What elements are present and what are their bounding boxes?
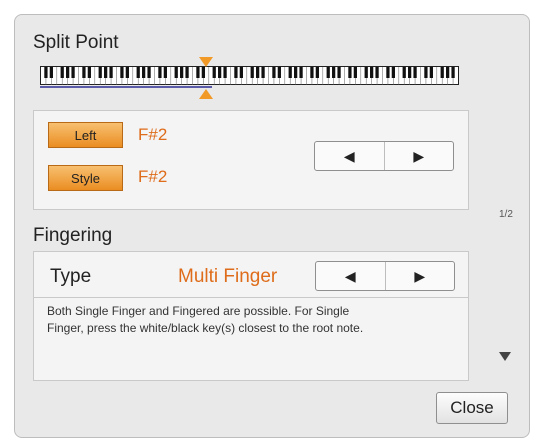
black-key [125,67,129,78]
fingering-panel: Type Multi Finger ◀ ▶ Both Single Finger… [33,251,469,381]
black-key [288,67,292,78]
black-key [315,67,319,78]
black-key [104,67,108,78]
split-point-title: Split Point [33,32,119,53]
split-point-keyboard[interactable] [40,66,459,88]
black-key [364,67,368,78]
left-part-value: F#2 [138,125,168,144]
fingering-type-prev-button[interactable]: ◀ [316,262,385,290]
black-key [446,67,450,78]
fingering-description-line1: Both Single Finger and Fingered are poss… [47,304,350,318]
black-key [413,67,417,78]
black-key [223,67,227,78]
black-key [348,67,352,78]
black-key [185,67,189,78]
black-key [136,67,140,78]
black-key [375,67,379,78]
split-parts-panel: Left F#2 Style F#2 ◀ ▶ [33,110,469,210]
black-key [299,67,303,78]
left-part-button[interactable]: Left [48,122,123,148]
split-point-decrease-button[interactable]: ◀ [315,142,384,170]
black-key [332,67,336,78]
black-key [370,67,374,78]
black-key [218,67,222,78]
black-key [261,67,265,78]
black-key [174,67,178,78]
black-key [272,67,276,78]
split-marker-top-icon [199,57,213,67]
fingering-description-line2: Finger, press the white/black key(s) clo… [47,321,364,335]
black-key [163,67,167,78]
black-key [201,67,205,78]
fingering-divider [34,297,468,298]
split-marker-bottom-icon [199,89,213,99]
fingering-description: Both Single Finger and Fingered are poss… [47,303,363,337]
black-key [71,67,75,78]
style-part-value: F#2 [138,167,168,186]
style-part-button[interactable]: Style [48,165,123,191]
black-key [353,67,357,78]
black-key [87,67,91,78]
black-key [239,67,243,78]
black-key [250,67,254,78]
black-key [429,67,433,78]
fingering-type-arrows: ◀ ▶ [315,261,455,291]
fingering-type-value: Multi Finger [178,266,278,287]
scroll-down-icon[interactable] [499,352,511,361]
black-key [408,67,412,78]
page-indicator: 1/2 [499,209,513,220]
black-key [180,67,184,78]
split-point-dialog: Split Point Left F#2 Style F#2 ◀ ▶ 1/2 F… [14,14,530,438]
black-key [49,67,53,78]
black-key [234,67,238,78]
fingering-type-label: Type [50,266,92,287]
split-point-arrows: ◀ ▶ [314,141,454,171]
black-key [402,67,406,78]
black-key [451,67,455,78]
black-key [294,67,298,78]
fingering-title: Fingering [33,225,113,246]
black-key [337,67,341,78]
black-key [326,67,330,78]
fingering-type-next-button[interactable]: ▶ [384,262,455,290]
split-point-increase-button[interactable]: ▶ [383,142,454,170]
black-key [66,67,70,78]
black-key [424,67,428,78]
black-key [158,67,162,78]
black-key [277,67,281,78]
black-key [196,67,200,78]
black-key [391,67,395,78]
black-key [386,67,390,78]
black-key [60,67,64,78]
black-key [44,67,48,78]
black-key [212,67,216,78]
black-key [256,67,260,78]
black-key [120,67,124,78]
black-key [310,67,314,78]
black-key [82,67,86,78]
black-key [147,67,151,78]
black-key [98,67,102,78]
close-button[interactable]: Close [436,392,508,424]
black-key [440,67,444,78]
black-key [109,67,113,78]
black-key [142,67,146,78]
